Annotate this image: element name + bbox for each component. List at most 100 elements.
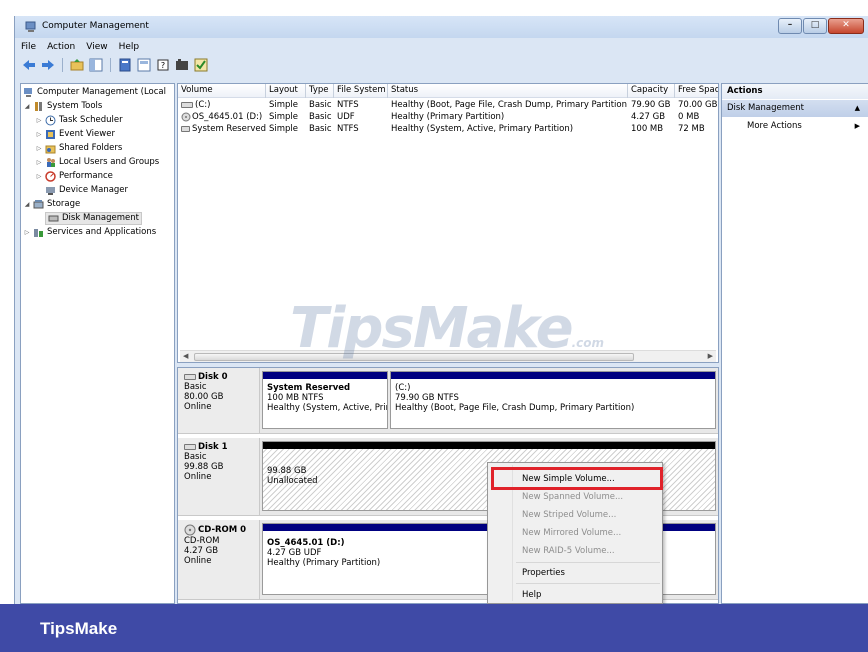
help-icon[interactable] [136,57,152,73]
section-label: Disk Management [727,103,804,113]
partition-name: (C:) [395,383,411,393]
tree-item-disk-management[interactable]: Disk Management [45,211,142,225]
maximize-button[interactable]: □ [803,18,827,34]
computer-management-icon [24,87,32,97]
tools-icon [35,101,42,111]
volume-name: (C:) [195,100,211,110]
menu-view[interactable]: View [86,42,107,52]
window-title: Computer Management [42,21,149,31]
tree-item-storage[interactable]: ◢ Storage [23,197,81,211]
volume-type: Basic [309,100,332,110]
tree-label: Disk Management [62,213,139,223]
back-icon[interactable] [21,57,37,73]
tree-label: System Tools [47,101,103,111]
menu-item-new-mirrored-volume: New Mirrored Volume... [522,528,622,538]
collapsed-arrow-icon[interactable]: ▷ [35,117,43,124]
partition-c[interactable]: (C:) 79.90 GB NTFS Healthy (Boot, Page F… [390,371,716,429]
actions-section-disk-management[interactable]: Disk Management ▲ [722,100,868,117]
column-volume[interactable]: Volume [178,84,266,98]
column-type[interactable]: Type [306,84,334,98]
tree-label: Task Scheduler [59,115,123,125]
collapsed-arrow-icon[interactable]: ▷ [35,131,43,138]
collapse-up-icon[interactable]: ▲ [855,100,860,117]
menu-item-help[interactable]: Help [522,587,541,603]
volume-cell: System Reserved [181,123,266,135]
selected-highlight: Disk Management [45,211,142,225]
volume-capacity: 4.27 GB [631,112,666,122]
navigation-tree: Computer Management (Local ◢ System Tool… [20,83,175,604]
tree-item-local-users[interactable]: ▷ Local Users and Groups [35,155,160,169]
disk-0-label[interactable]: Disk 0 Basic 80.00 GB Online [178,368,260,433]
partition-system-reserved[interactable]: System Reserved 100 MB NTFS Healthy (Sys… [262,371,388,429]
disk-0-row: Disk 0 Basic 80.00 GB Online System Rese… [178,368,718,434]
users-icon [47,157,55,167]
collapsed-arrow-icon[interactable]: ▷ [35,159,43,166]
volume-layout: Simple [269,100,299,110]
disk-kind: Basic [184,452,207,462]
volume-file-system: UDF [337,112,355,122]
partition-bar [263,372,387,379]
up-folder-icon[interactable] [69,57,85,73]
close-button[interactable]: ✕ [828,18,864,34]
device-manager-icon [46,186,55,195]
menu-item-properties[interactable]: Properties [522,565,565,581]
tree-item-system-tools[interactable]: ◢ System Tools [23,99,103,113]
actions-pane: Actions Disk Management ▲ More Actions ▶ [721,83,868,604]
volume-layout: Simple [269,124,299,134]
expanded-arrow-icon[interactable]: ◢ [23,103,31,110]
volume-row[interactable]: System Reserved Simple Basic NTFS Health… [178,123,718,135]
disk-1-label[interactable]: Disk 1 Basic 99.88 GB Online [178,438,260,515]
tree-label: Device Manager [59,185,129,195]
minimize-button[interactable]: – [778,18,802,34]
collapsed-arrow-icon[interactable]: ▷ [35,145,43,152]
cdrom-0-label[interactable]: CD-ROM 0 CD-ROM 4.27 GB Online [178,520,260,599]
volume-status: Healthy (Boot, Page File, Crash Dump, Pr… [391,100,627,110]
column-status[interactable]: Status [388,84,628,98]
disk-size: 4.27 GB [184,546,219,556]
checklist-icon[interactable] [193,57,209,73]
title-bar[interactable]: Computer Management – □ ✕ [15,16,868,38]
tree-item-services[interactable]: ▷ Services and Applications [23,225,156,239]
disk-size: 99.88 GB [184,462,224,472]
toolbar: ? [15,55,868,75]
collapsed-arrow-icon[interactable]: ▷ [23,229,31,236]
tree-item-performance[interactable]: ▷ Performance [35,169,113,183]
scroll-left-icon[interactable]: ◀ [183,352,188,360]
toolbar-separator [110,58,111,72]
show-hide-tree-icon[interactable] [88,57,104,73]
volume-capacity: 100 MB [631,124,664,134]
tree-item-root[interactable]: Computer Management (Local [23,85,166,99]
tree-label: Storage [47,199,81,209]
tree-item-shared-folders[interactable]: ▷ Shared Folders [35,141,122,155]
svg-text:?: ? [161,61,165,70]
partition-status: Healthy (Boot, Page File, Crash Dump, Pr… [395,403,635,413]
volume-row[interactable]: (C:) Simple Basic NTFS Healthy (Boot, Pa… [178,99,718,111]
partition-size: 100 MB NTFS [267,393,324,403]
volume-status: Healthy (Primary Partition) [391,112,505,122]
volume-row[interactable]: OS_4645.01 (D:) Simple Basic UDF Healthy… [178,111,718,123]
cd-drive-icon [181,112,191,122]
services-icon [34,228,43,237]
collapsed-arrow-icon[interactable]: ▷ [35,173,43,180]
tree-item-task-scheduler[interactable]: ▷ Task Scheduler [35,113,123,127]
menu-help[interactable]: Help [119,42,140,52]
export-icon[interactable]: ? [155,57,171,73]
expanded-arrow-icon[interactable]: ◢ [23,201,31,208]
column-layout[interactable]: Layout [266,84,306,98]
more-actions-item[interactable]: More Actions ▶ [722,119,868,133]
column-capacity[interactable]: Capacity [628,84,675,98]
forward-icon[interactable] [40,57,56,73]
column-free-space[interactable]: Free Spac [675,84,718,98]
disk-kind: CD-ROM [184,536,220,546]
disk-name: Disk 1 [198,442,228,452]
event-viewer-icon [46,129,55,139]
menu-action[interactable]: Action [47,42,75,52]
tree-item-event-viewer[interactable]: ▷ Event Viewer [35,127,115,141]
scroll-right-icon[interactable]: ▶ [708,352,713,360]
tree-label: Shared Folders [59,143,123,153]
column-file-system[interactable]: File System [334,84,388,98]
menu-file[interactable]: File [21,42,36,52]
properties-icon[interactable] [117,57,133,73]
console-icon[interactable] [174,57,190,73]
tree-item-device-manager[interactable]: Device Manager [45,183,128,197]
